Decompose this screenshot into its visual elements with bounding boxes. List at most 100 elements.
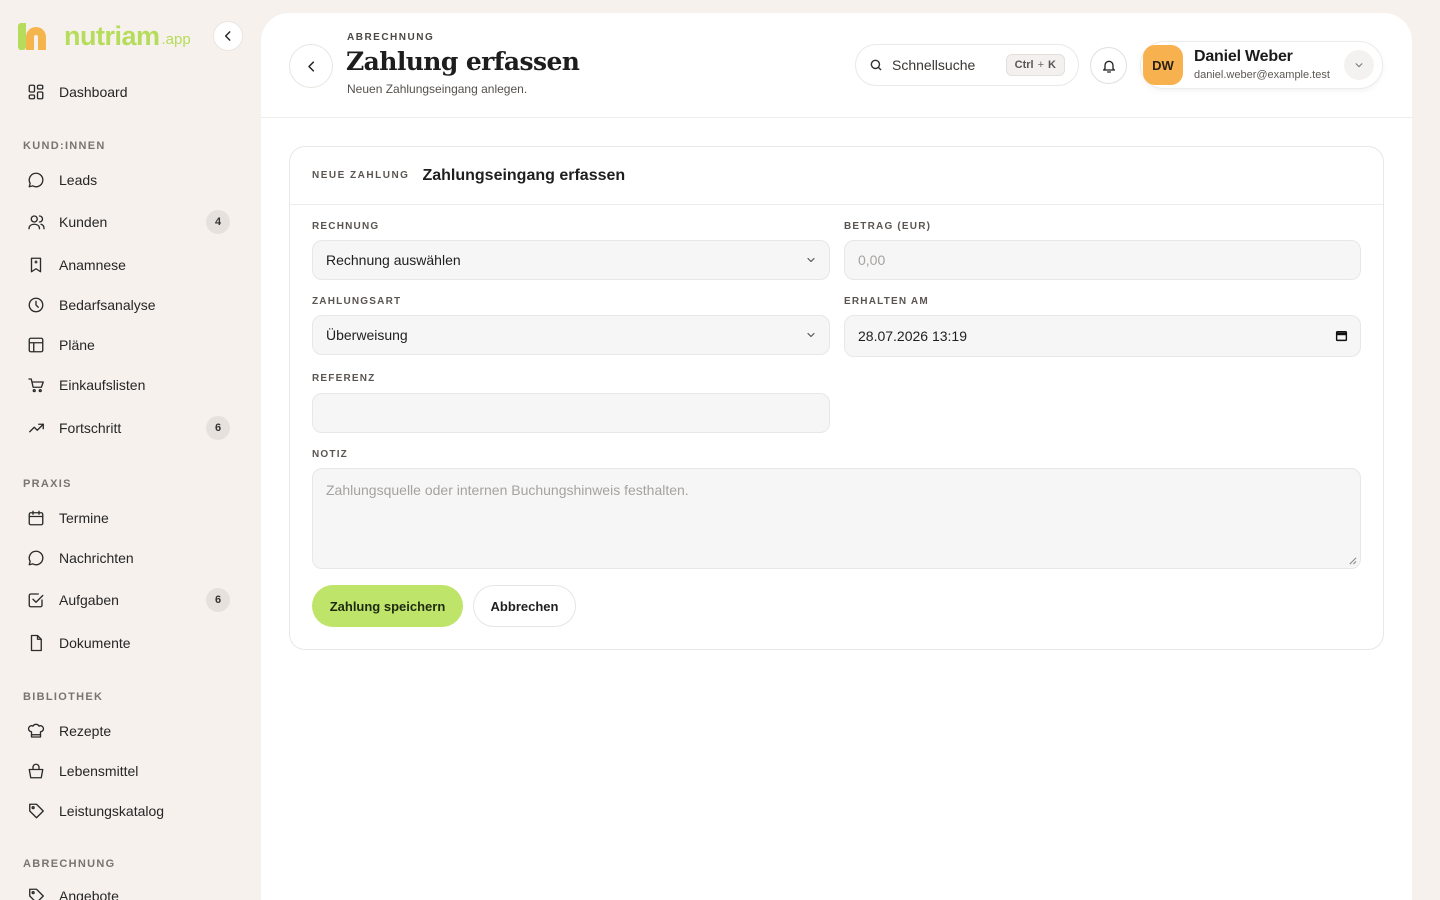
sidebar-item-dashboard[interactable]: Dashboard [22,74,238,110]
sidebar-item-termine[interactable]: Termine [22,500,238,536]
checkbox-icon [27,591,59,609]
sidebar-item-label: Aufgaben [59,592,119,608]
sidebar-item-leads[interactable]: Leads [22,162,238,198]
collapse-sidebar-button[interactable] [213,21,243,51]
bookmark-file-icon [27,256,59,274]
chevron-down-icon [807,257,815,263]
payment-method-label: ZAHLUNGSART [312,296,402,307]
back-button[interactable] [289,44,333,88]
cart-icon [27,376,59,394]
sidebar-item-label: Pläne [59,337,95,353]
dashboard-icon [27,83,59,101]
logo-mark-icon [18,23,46,50]
chevron-left-icon [307,60,314,72]
main-panel: ABRECHNUNG Zahlung erfassen Neuen Zahlun… [261,13,1412,900]
user-name: Daniel Weber [1194,48,1293,65]
basket-icon [27,762,59,780]
amount-placeholder: 0,00 [858,252,886,268]
sidebar-item-label: Termine [59,510,109,526]
bell-icon [1102,60,1115,73]
payment-form-card: NEUE ZAHLUNG Zahlungseingang erfassen RE… [289,146,1384,650]
user-menu[interactable]: DW Daniel Weber daniel.weber@example.tes… [1140,41,1383,89]
chevron-down-icon [1355,63,1363,68]
sidebar-item-angebote[interactable]: Angebote [22,878,238,900]
search-input[interactable]: Schnellsuche Ctrl + K [855,44,1079,86]
save-payment-button[interactable]: Zahlung speichern [312,585,463,627]
brand-tld: .app [161,31,191,48]
search-icon [870,59,882,71]
invoice-label: RECHNUNG [312,221,380,232]
calendar-icon [27,509,59,527]
brand-logo[interactable]: nutriam .app [18,20,191,50]
sidebar-item-label: Dashboard [59,84,128,100]
invoice-select-value: Rechnung auswählen [326,252,461,268]
sidebar-item-dokumente[interactable]: Dokumente [22,625,238,661]
note-label: NOTIZ [312,449,348,460]
invoice-select[interactable]: Rechnung auswählen [312,240,830,280]
sidebar-item-label: Anamnese [59,257,126,273]
sidebar-item-lebensmittel[interactable]: Lebensmittel [22,753,238,789]
sidebar-section-title: ABRECHNUNG [23,858,116,870]
sidebar-item-label: Einkaufslisten [59,377,146,393]
sidebar-item-label: Leistungskatalog [59,803,165,819]
sidebar-item-label: Kunden [59,214,108,230]
sidebar-item-label: Nachrichten [59,550,134,566]
received-at-label: ERHALTEN AM [844,296,929,307]
sidebar-item-label: Leads [59,172,98,188]
user-email: daniel.weber@example.test [1194,69,1330,81]
reference-label: REFERENZ [312,373,376,384]
sidebar-section-title: PRAXIS [23,478,72,490]
count-badge: 6 [206,588,230,612]
sidebar-item-label: Fortschritt [59,420,122,436]
resize-handle-icon [1349,557,1357,565]
sidebar-item-nachrichten[interactable]: Nachrichten [22,540,238,576]
offer-icon [27,887,59,900]
sidebar: nutriam .app Dashboard KUND:INNEN Leads … [0,0,261,900]
card-header: NEUE ZAHLUNG Zahlungseingang erfassen [290,147,1383,205]
tag-icon [27,802,59,820]
table-icon [27,336,59,354]
card-eyebrow: NEUE ZAHLUNG [312,170,410,181]
page-subtitle: Neuen Zahlungseingang anlegen. [347,82,528,96]
payment-method-value: Überweisung [326,327,408,343]
chef-hat-icon [27,722,59,740]
sidebar-item-kunden[interactable]: Kunden 4 [22,204,238,240]
user-menu-toggle[interactable] [1344,50,1374,80]
brand-name: nutriam [64,21,160,51]
sidebar-item-aufgaben[interactable]: Aufgaben 6 [22,582,238,618]
sidebar-item-einkaufslisten[interactable]: Einkaufslisten [22,367,238,403]
count-badge: 6 [206,416,230,440]
search-placeholder: Schnellsuche [892,57,976,73]
chevron-left-icon [224,31,231,41]
count-badge: 4 [206,210,230,234]
sidebar-item-leistungskatalog[interactable]: Leistungskatalog [22,793,238,829]
amount-label: BETRAG (EUR) [844,221,932,232]
sidebar-item-plaene[interactable]: Pläne [22,327,238,363]
sidebar-item-label: Lebensmittel [59,763,139,779]
sidebar-item-rezepte[interactable]: Rezepte [22,713,238,749]
cancel-button[interactable]: Abbrechen [473,585,576,627]
sidebar-item-label: Dokumente [59,635,131,651]
clock-icon [27,296,59,314]
sidebar-item-label: Angebote [59,888,119,900]
notifications-button[interactable] [1090,47,1127,84]
card-title: Zahlungseingang erfassen [422,166,626,184]
users-icon [27,213,59,231]
amount-input[interactable]: 0,00 [844,240,1361,280]
breadcrumb: ABRECHNUNG [347,32,435,43]
note-textarea[interactable]: Zahlungsquelle oder internen Buchungshin… [312,468,1361,569]
trend-up-icon [27,419,59,437]
sidebar-section-title: BIBLIOTHEK [23,691,104,703]
sidebar-item-anamnese[interactable]: Anamnese [22,247,238,283]
sidebar-item-bedarfsanalyse[interactable]: Bedarfsanalyse [22,287,238,323]
payment-method-select[interactable]: Überweisung [312,315,830,355]
avatar: DW [1143,45,1183,85]
page-title: Zahlung erfassen [346,47,580,76]
message-icon [27,549,59,567]
received-at-input[interactable]: 28.07.2026 13:19 [844,315,1361,357]
page-header: ABRECHNUNG Zahlung erfassen Neuen Zahlun… [261,13,1412,118]
reference-input[interactable] [312,393,830,433]
shortcut-hint: Ctrl + K [1005,54,1065,76]
sidebar-section-title: KUND:INNEN [23,140,106,152]
sidebar-item-fortschritt[interactable]: Fortschritt 6 [22,410,238,446]
